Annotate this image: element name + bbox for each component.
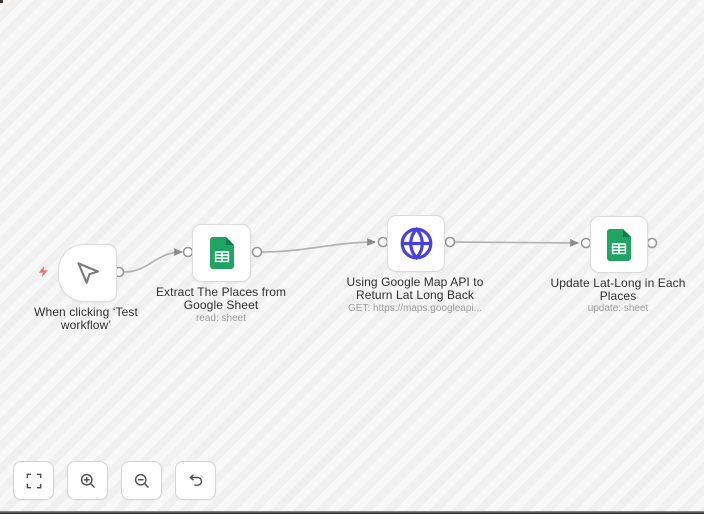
zoom-to-fit-button[interactable] — [13, 461, 54, 500]
node-label-http-request: Using Google Map API to Return Lat Long … — [346, 275, 484, 302]
workflow-canvas[interactable]: When clicking ‘Test workflow’ Extract Th… — [0, 0, 704, 514]
google-sheets-icon — [209, 237, 234, 269]
undo-arrow-icon — [189, 473, 202, 486]
google-sheets-icon — [607, 228, 631, 261]
zoom-out-button[interactable] — [121, 461, 162, 500]
globe-icon — [400, 226, 432, 261]
node-label-google-sheets-update: Update Lat-Long in Each Places — [550, 276, 686, 303]
edge-trigger-to-sheets-read[interactable] — [123, 248, 184, 273]
edge-http-to-sheets-update[interactable] — [454, 238, 580, 247]
zoom-in-button[interactable] — [67, 461, 108, 500]
edge-sheets-read-to-http[interactable] — [261, 238, 377, 253]
output-port-http[interactable] — [444, 236, 456, 248]
output-port-sheets-read[interactable] — [251, 246, 263, 258]
node-subtitle-google-sheets-update: update: sheet — [587, 303, 649, 314]
output-port-sheets-update[interactable] — [646, 237, 658, 249]
node-google-sheets-update[interactable] — [590, 216, 648, 273]
reset-zoom-button[interactable] — [175, 461, 216, 500]
lightning-bolt-icon — [38, 266, 48, 277]
cursor-icon — [77, 261, 99, 284]
node-subtitle-http-request: GET: https://maps.googleapi... — [348, 303, 482, 314]
node-label-google-sheets-read: Extract The Places from Google Sheet — [155, 285, 287, 312]
zoom-out-icon — [134, 473, 149, 488]
node-manual-trigger[interactable] — [58, 244, 117, 302]
fit-view-icon — [26, 473, 41, 488]
node-google-sheets-read[interactable] — [192, 224, 251, 282]
zoom-in-icon — [80, 473, 95, 488]
canvas-toolbar — [13, 461, 216, 500]
node-subtitle-google-sheets-read: read: sheet — [195, 313, 247, 324]
node-http-request[interactable] — [387, 215, 445, 272]
